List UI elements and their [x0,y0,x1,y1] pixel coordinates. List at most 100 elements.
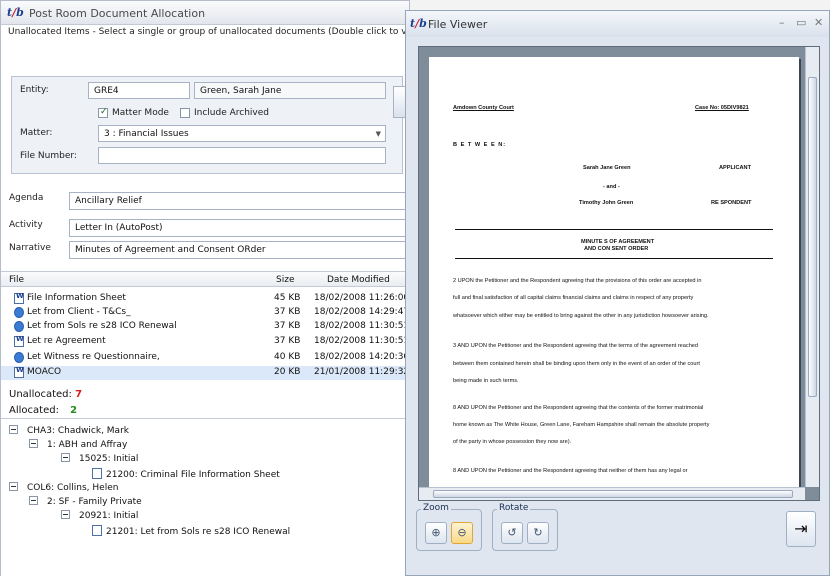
agenda-label: Agenda [9,193,44,203]
tree-node-label: COL6: Collins, Helen [27,483,119,493]
scroll-thumb[interactable] [433,490,793,498]
order-heading-line2: AND CON SENT ORDER [584,246,649,252]
entity-label: Entity: [20,85,49,95]
word-doc-icon [14,366,24,378]
paragraph-line: of the party in whose possession they no… [453,439,572,445]
exit-door-icon[interactable]: ⇥ [786,511,816,547]
file-date: 18/02/2008 11:30:51 [314,321,410,331]
paragraph-line: 3 AND UPON the Petitioner and the Respon… [453,343,699,349]
rotate-right-icon[interactable]: ↻ [527,522,549,544]
entity-groupbox: Entity: GRE4 Green, Sarah Jane Matter Mo… [11,76,403,174]
word-doc-icon [14,335,24,347]
window-titlebar: t/b Post Room Document Allocation [1,1,409,25]
tree-node[interactable]: COL6: Collins, Helen [9,481,118,493]
applicant-name: Sarah Jane Green [583,165,631,171]
matter-dropdown-value: 3 : Financial Issues [104,129,189,139]
file-size: 37 KB [274,321,301,331]
collapse-toggle-icon[interactable] [9,425,18,434]
rotate-left-icon[interactable]: ↺ [501,522,523,544]
collapse-toggle-icon[interactable] [61,453,70,462]
file-row[interactable]: Let re Agreement 37 KB 18/02/2008 11:30:… [1,335,410,349]
column-size[interactable]: Size [276,275,294,285]
respondent-role: RE SPONDENT [711,200,752,206]
horizontal-scrollbar[interactable] [419,487,805,500]
zoom-in-icon[interactable]: ⊕ [425,522,447,544]
paragraph-line: 8 AND UPON the Petitioner and the Respon… [453,405,704,411]
instructions-text: Unallocated Items - Select a single or g… [8,27,408,37]
allocation-tree: CHA3: Chadwick, Mark 1: ABH and Affray 1… [1,418,410,576]
collapse-toggle-icon[interactable] [29,439,38,448]
rotate-group: Rotate ↺ ↻ [492,503,558,551]
window-title: Post Room Document Allocation [29,7,206,20]
tree-node-label: CHA3: Chadwick, Mark [27,426,129,436]
activity-field[interactable]: Letter In (AutoPost) [69,219,406,237]
file-row[interactable]: Let from Client - T&Cs_ 37 KB 18/02/2008… [1,306,410,320]
close-icon[interactable]: ✕ [814,16,823,29]
entity-name-field: Green, Sarah Jane [194,82,386,99]
app-logo-icon: t/b [7,6,24,19]
tree-node-label: 1: ABH and Affray [47,440,128,450]
file-date: 18/02/2008 14:20:36 [314,352,410,362]
file-row[interactable]: File Information Sheet 45 KB 18/02/2008 … [1,292,410,306]
entity-code-field[interactable]: GRE4 [88,82,190,99]
tree-node[interactable]: 20921: Initial [61,509,138,521]
file-size: 45 KB [274,293,301,303]
allocated-count: 2 [70,405,78,416]
document-page: Amdown County Court Case No: 05DIV9821 B… [429,57,799,494]
and-text: - and - [603,184,620,190]
allocated-label: Allocated: [9,405,59,416]
file-number-field[interactable] [98,147,386,164]
collapse-toggle-icon[interactable] [9,482,18,491]
tree-node[interactable]: 2: SF - Family Private [29,495,142,507]
scroll-thumb[interactable] [808,77,817,397]
viewer-titlebar: t/b File Viewer – ▭ ✕ [406,11,829,37]
file-name: Let re Agreement [27,336,106,346]
maximize-icon[interactable]: ▭ [796,16,806,29]
tree-leaf[interactable]: 21200: Criminal File Information Sheet [92,466,280,480]
case-number: Case No: 05DIV9821 [695,105,749,111]
word-doc-icon [92,525,102,536]
email-icon [14,321,24,332]
minimize-icon[interactable]: – [779,16,785,29]
order-heading-line1: MINUTE S OF AGREEMENT [581,239,655,245]
tree-node[interactable]: 1: ABH and Affray [29,438,127,450]
column-date-modified[interactable]: Date Modified [327,275,390,285]
agenda-field[interactable]: Ancillary Relief [69,192,406,210]
matter-mode-checkbox[interactable] [98,107,108,118]
file-viewer-window: t/b File Viewer – ▭ ✕ Amdown County Cour… [405,10,830,576]
zoom-label: Zoom [421,503,451,513]
collapse-toggle-icon[interactable] [61,510,70,519]
vertical-scrollbar[interactable] [805,47,819,487]
between-heading: B E T W E E N: [453,142,507,148]
tree-node[interactable]: 15025: Initial [61,452,138,464]
file-row-selected[interactable]: MOACO 20 KB 21/01/2008 11:29:32 [1,366,410,380]
tree-node-label: 21201: Let from Sols re s28 ICO Renewal [106,527,291,537]
matter-dropdown[interactable]: 3 : Financial Issues ▼ [98,125,386,142]
file-row[interactable]: Let Witness re Questionnaire, 40 KB 18/0… [1,351,410,365]
narrative-field[interactable]: Minutes of Agreement and Consent ORder [69,241,406,259]
file-list-header: File Size Date Modified [1,271,410,287]
unallocated-label: Unallocated: [9,389,72,400]
collapse-toggle-icon[interactable] [29,496,38,505]
file-size: 40 KB [274,352,301,362]
file-size: 37 KB [274,307,301,317]
include-archived-label: Include Archived [194,108,270,118]
file-date: 21/01/2008 11:29:32 [314,367,410,377]
include-archived-checkbox[interactable] [180,108,190,118]
viewer-title: File Viewer [428,18,488,31]
zoom-out-icon[interactable]: ⊖ [451,522,473,544]
zoom-group: Zoom ⊕ ⊖ [416,503,482,551]
matter-label: Matter: [20,128,53,138]
column-file[interactable]: File [9,275,24,285]
tree-leaf[interactable]: 21201: Let from Sols re s28 ICO Renewal [92,523,290,537]
file-number-label: File Number: [20,151,77,161]
paragraph-line: being made in such terms. [453,378,519,384]
file-date: 18/02/2008 11:26:00 [314,293,410,303]
allocated-count-row: Allocated: 2 [9,405,77,416]
file-name: Let from Sols re s28 ICO Renewal [27,321,177,331]
file-name: File Information Sheet [27,293,126,303]
paragraph-line: full and final satisfaction of all capit… [453,295,694,301]
tree-node[interactable]: CHA3: Chadwick, Mark [9,424,129,436]
document-area: Amdown County Court Case No: 05DIV9821 B… [418,46,820,501]
file-row[interactable]: Let from Sols re s28 ICO Renewal 37 KB 1… [1,320,410,334]
